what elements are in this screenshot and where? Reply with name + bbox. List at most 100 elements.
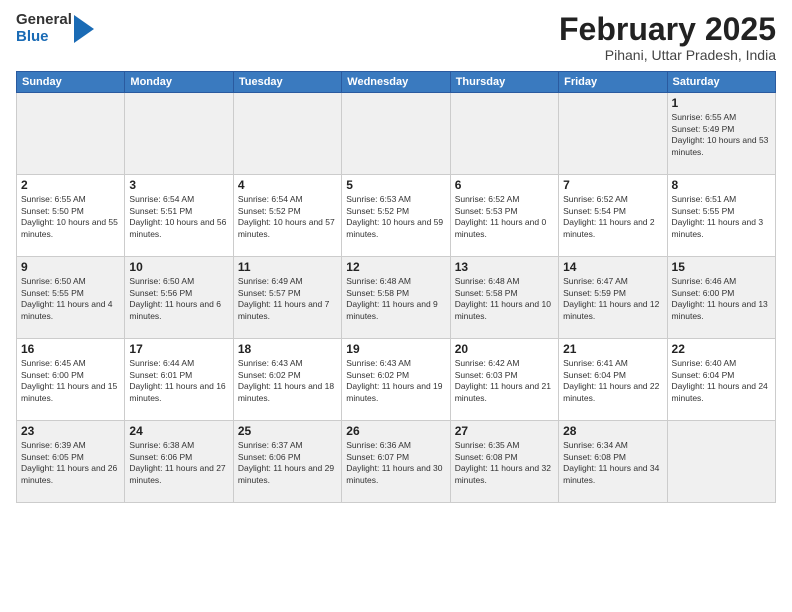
calendar-cell: 9 Sunrise: 6:50 AM Sunset: 5:55 PM Daylig… [17,257,125,339]
calendar-cell: 16 Sunrise: 6:45 AM Sunset: 6:00 PM Dayli… [17,339,125,421]
day-number: 16 [21,342,120,356]
day-number: 28 [563,424,662,438]
day-info: Sunrise: 6:54 AM Sunset: 5:52 PM Dayligh… [238,194,337,240]
col-header-friday: Friday [559,72,667,93]
day-info: Sunrise: 6:52 AM Sunset: 5:53 PM Dayligh… [455,194,554,240]
day-info: Sunrise: 6:46 AM Sunset: 6:00 PM Dayligh… [672,276,771,322]
col-header-sunday: Sunday [17,72,125,93]
calendar-week-1: 2 Sunrise: 6:55 AM Sunset: 5:50 PM Daylig… [17,175,776,257]
day-info: Sunrise: 6:35 AM Sunset: 6:08 PM Dayligh… [455,440,554,486]
calendar-week-4: 23 Sunrise: 6:39 AM Sunset: 6:05 PM Dayli… [17,421,776,503]
calendar-cell: 21Sunrise: 6:41 AM Sunset: 6:04 PM Dayli… [559,339,667,421]
day-number: 27 [455,424,554,438]
day-number: 22 [672,342,771,356]
day-info: Sunrise: 6:45 AM Sunset: 6:00 PM Dayligh… [21,358,120,404]
day-number: 17 [129,342,228,356]
calendar-cell: 18 Sunrise: 6:43 AM Sunset: 6:02 PM Dayli… [233,339,341,421]
calendar-cell: 22 Sunrise: 6:40 AM Sunset: 6:04 PM Dayli… [667,339,775,421]
day-number: 25 [238,424,337,438]
calendar-cell: 28Sunrise: 6:34 AM Sunset: 6:08 PM Dayli… [559,421,667,503]
calendar-cell [125,93,233,175]
calendar-cell [559,93,667,175]
calendar-cell: 26Sunrise: 6:36 AM Sunset: 6:07 PM Dayli… [342,421,450,503]
calendar-cell: 10 Sunrise: 6:50 AM Sunset: 5:56 PM Dayli… [125,257,233,339]
calendar-cell: 20 Sunrise: 6:42 AM Sunset: 6:03 PM Dayli… [450,339,558,421]
logo: General Blue [16,12,94,45]
day-number: 9 [21,260,120,274]
day-info: Sunrise: 6:50 AM Sunset: 5:55 PM Dayligh… [21,276,120,322]
day-info: Sunrise: 6:42 AM Sunset: 6:03 PM Dayligh… [455,358,554,404]
day-number: 5 [346,178,445,192]
calendar-cell: 7 Sunrise: 6:52 AM Sunset: 5:54 PM Daylig… [559,175,667,257]
day-info: Sunrise: 6:36 AM Sunset: 6:07 PM Dayligh… [346,440,445,486]
calendar-cell: 15 Sunrise: 6:46 AM Sunset: 6:00 PM Dayli… [667,257,775,339]
day-info: Sunrise: 6:50 AM Sunset: 5:56 PM Dayligh… [129,276,228,322]
calendar-cell: 8Sunrise: 6:51 AM Sunset: 5:55 PM Daylig… [667,175,775,257]
calendar-cell [342,93,450,175]
logo-icon [74,15,94,43]
day-info: Sunrise: 6:38 AM Sunset: 6:06 PM Dayligh… [129,440,228,486]
day-number: 2 [21,178,120,192]
calendar-cell: 19 Sunrise: 6:43 AM Sunset: 6:02 PM Dayli… [342,339,450,421]
logo-general: General [16,12,72,29]
calendar-cell [667,421,775,503]
header: General Blue February 2025 Pihani, Uttar… [16,12,776,63]
calendar-cell [233,93,341,175]
day-info: Sunrise: 6:39 AM Sunset: 6:05 PM Dayligh… [21,440,120,486]
calendar-header-row: SundayMondayTuesdayWednesdayThursdayFrid… [17,72,776,93]
calendar-cell: 27 Sunrise: 6:35 AM Sunset: 6:08 PM Dayli… [450,421,558,503]
day-info: Sunrise: 6:48 AM Sunset: 5:58 PM Dayligh… [455,276,554,322]
day-number: 19 [346,342,445,356]
page: General Blue February 2025 Pihani, Uttar… [0,0,792,612]
col-header-thursday: Thursday [450,72,558,93]
calendar-cell: 4 Sunrise: 6:54 AM Sunset: 5:52 PM Daylig… [233,175,341,257]
day-info: Sunrise: 6:48 AM Sunset: 5:58 PM Dayligh… [346,276,445,322]
day-number: 15 [672,260,771,274]
calendar-cell: 14 Sunrise: 6:47 AM Sunset: 5:59 PM Dayli… [559,257,667,339]
col-header-wednesday: Wednesday [342,72,450,93]
title-block: February 2025 Pihani, Uttar Pradesh, Ind… [559,12,776,63]
day-number: 4 [238,178,337,192]
day-info: Sunrise: 6:43 AM Sunset: 6:02 PM Dayligh… [238,358,337,404]
day-info: Sunrise: 6:55 AM Sunset: 5:49 PM Dayligh… [672,112,771,158]
logo-blue: Blue [16,29,72,46]
calendar-cell: 25 Sunrise: 6:37 AM Sunset: 6:06 PM Dayli… [233,421,341,503]
day-number: 24 [129,424,228,438]
calendar-cell: 5Sunrise: 6:53 AM Sunset: 5:52 PM Daylig… [342,175,450,257]
day-info: Sunrise: 6:55 AM Sunset: 5:50 PM Dayligh… [21,194,120,240]
logo-text: General Blue [16,12,72,45]
calendar: SundayMondayTuesdayWednesdayThursdayFrid… [16,71,776,503]
col-header-monday: Monday [125,72,233,93]
calendar-cell: 23 Sunrise: 6:39 AM Sunset: 6:05 PM Dayli… [17,421,125,503]
calendar-cell: 11Sunrise: 6:49 AM Sunset: 5:57 PM Dayli… [233,257,341,339]
day-number: 3 [129,178,228,192]
day-number: 13 [455,260,554,274]
calendar-cell: 2 Sunrise: 6:55 AM Sunset: 5:50 PM Daylig… [17,175,125,257]
day-number: 20 [455,342,554,356]
day-number: 23 [21,424,120,438]
day-number: 18 [238,342,337,356]
day-info: Sunrise: 6:47 AM Sunset: 5:59 PM Dayligh… [563,276,662,322]
day-number: 7 [563,178,662,192]
calendar-cell [450,93,558,175]
col-header-saturday: Saturday [667,72,775,93]
day-info: Sunrise: 6:40 AM Sunset: 6:04 PM Dayligh… [672,358,771,404]
calendar-cell [17,93,125,175]
day-info: Sunrise: 6:43 AM Sunset: 6:02 PM Dayligh… [346,358,445,404]
calendar-cell: 17 Sunrise: 6:44 AM Sunset: 6:01 PM Dayli… [125,339,233,421]
day-number: 14 [563,260,662,274]
calendar-week-2: 9 Sunrise: 6:50 AM Sunset: 5:55 PM Daylig… [17,257,776,339]
day-info: Sunrise: 6:37 AM Sunset: 6:06 PM Dayligh… [238,440,337,486]
col-header-tuesday: Tuesday [233,72,341,93]
day-info: Sunrise: 6:44 AM Sunset: 6:01 PM Dayligh… [129,358,228,404]
calendar-cell: 12Sunrise: 6:48 AM Sunset: 5:58 PM Dayli… [342,257,450,339]
calendar-cell: 24 Sunrise: 6:38 AM Sunset: 6:06 PM Dayli… [125,421,233,503]
day-info: Sunrise: 6:52 AM Sunset: 5:54 PM Dayligh… [563,194,662,240]
day-number: 10 [129,260,228,274]
day-number: 1 [672,96,771,110]
day-number: 6 [455,178,554,192]
day-info: Sunrise: 6:51 AM Sunset: 5:55 PM Dayligh… [672,194,771,240]
calendar-cell: 13 Sunrise: 6:48 AM Sunset: 5:58 PM Dayli… [450,257,558,339]
calendar-cell: 1 Sunrise: 6:55 AM Sunset: 5:49 PM Daylig… [667,93,775,175]
calendar-cell: 3Sunrise: 6:54 AM Sunset: 5:51 PM Daylig… [125,175,233,257]
